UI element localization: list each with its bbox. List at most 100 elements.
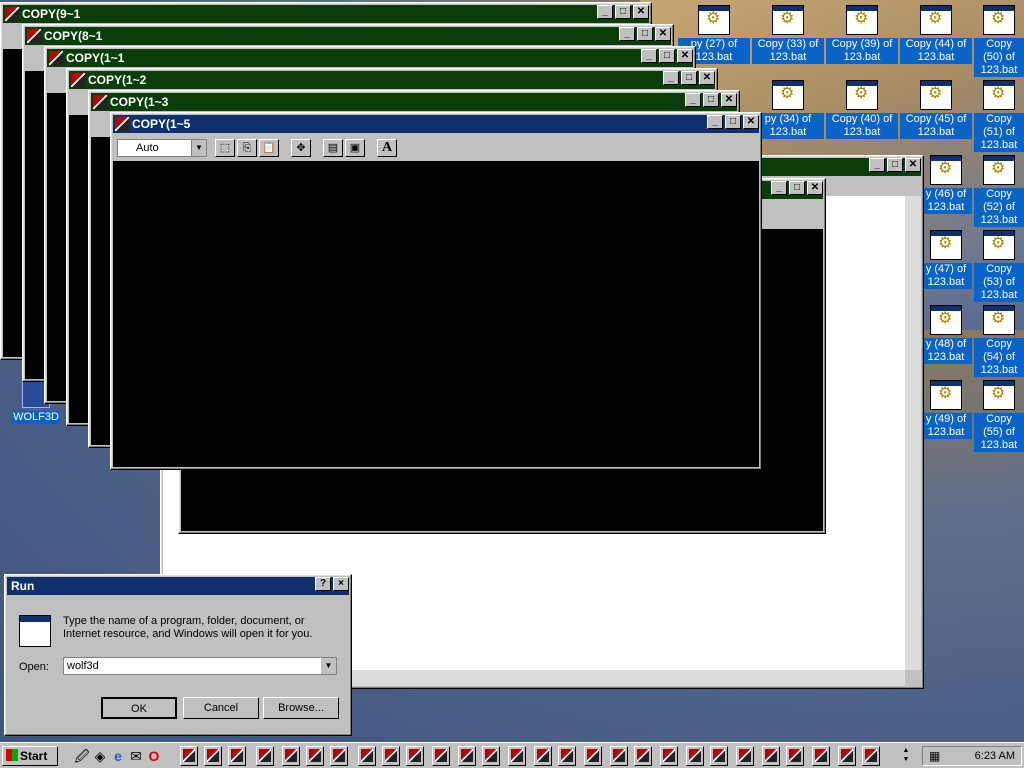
taskbar-item[interactable]	[786, 746, 804, 766]
maximize-button[interactable]: □	[725, 115, 741, 129]
minimize-button[interactable]: _	[869, 158, 885, 172]
taskbar-item[interactable]	[508, 746, 526, 766]
desktop-icon[interactable]: Copy (39) of 123.bat	[826, 5, 898, 64]
taskbar-item[interactable]	[256, 746, 274, 766]
taskbar-scroll-arrows[interactable]: ▲ ▼	[898, 746, 914, 766]
desktop-icon[interactable]: Copy (51) of 123.bat	[974, 80, 1024, 152]
window-titlebar[interactable]: COPY(1~2	[69, 71, 715, 89]
taskbar-item[interactable]	[710, 746, 728, 766]
taskbar-item[interactable]	[330, 746, 348, 766]
maximize-button[interactable]: □	[615, 5, 631, 19]
outlook-express-icon[interactable]: ✉	[128, 748, 144, 764]
font-size-select[interactable]: Auto ▼	[117, 139, 207, 157]
desktop-icon[interactable]: Copy (45) of 123.bat	[900, 80, 972, 139]
opera-icon[interactable]: O	[146, 748, 162, 764]
desktop-icon[interactable]: py (34) of 123.bat	[752, 80, 824, 139]
window-titlebar[interactable]: COPY(1~5	[113, 115, 759, 133]
taskbar-item[interactable]	[610, 746, 628, 766]
taskbar-item[interactable]	[382, 746, 400, 766]
taskbar-item[interactable]	[458, 746, 476, 766]
minimize-button[interactable]: _	[663, 71, 679, 85]
taskbar-item[interactable]	[686, 746, 704, 766]
chevron-down-icon[interactable]: ▼	[321, 658, 336, 674]
window-titlebar[interactable]: COPY(1~1	[47, 49, 693, 67]
window-titlebar[interactable]: COPY(9~1	[3, 5, 649, 23]
taskbar-item[interactable]	[282, 746, 300, 766]
help-button[interactable]: ?	[315, 577, 331, 591]
close-button[interactable]: ✕	[807, 181, 823, 195]
taskbar-item[interactable]	[306, 746, 324, 766]
desktop-icon-quicklaunch[interactable]: 🖉	[74, 748, 90, 764]
desktop-icon[interactable]: Copy (54) of 123.bat	[974, 305, 1024, 377]
close-button[interactable]: ✕	[743, 115, 759, 129]
clock[interactable]: 6:23 AM	[975, 750, 1015, 762]
open-input[interactable]: wolf3d	[67, 660, 99, 672]
ok-button[interactable]: OK	[101, 697, 177, 719]
minimize-button[interactable]: _	[685, 93, 701, 107]
minimize-button[interactable]: _	[771, 181, 787, 195]
mark-button[interactable]: ⬚	[215, 139, 235, 157]
window-titlebar[interactable]: COPY(1~3	[91, 93, 737, 111]
close-button[interactable]: ✕	[677, 49, 693, 63]
maximize-button[interactable]: □	[887, 158, 903, 172]
taskbar-item[interactable]	[482, 746, 500, 766]
scheduler-icon[interactable]: ▦	[929, 749, 940, 763]
dialog-titlebar[interactable]: Run	[7, 577, 349, 595]
run-dialog[interactable]: Run ? × Type the name of a program, fold…	[4, 574, 352, 736]
cancel-button[interactable]: Cancel	[183, 697, 259, 719]
copy-button[interactable]: ⎘	[237, 139, 257, 157]
full-screen-button[interactable]: ✥	[291, 139, 311, 157]
desktop-icon[interactable]: Copy (55) of 123.bat	[974, 380, 1024, 452]
taskbar-item[interactable]	[660, 746, 678, 766]
taskbar-item[interactable]	[736, 746, 754, 766]
background-button[interactable]: ▣	[345, 139, 365, 157]
taskbar-item[interactable]	[406, 746, 424, 766]
browse-button[interactable]: Browse...	[263, 697, 339, 719]
window-titlebar[interactable]: COPY(8~1	[25, 27, 671, 45]
close-button[interactable]: ✕	[721, 93, 737, 107]
taskbar-item[interactable]	[862, 746, 880, 766]
minimize-button[interactable]: _	[619, 27, 635, 41]
taskbar-item[interactable]	[634, 746, 652, 766]
taskbar-item[interactable]	[584, 746, 602, 766]
desktop-icon[interactable]: Copy (50) of 123.bat	[974, 5, 1024, 77]
minimize-button[interactable]: _	[707, 115, 723, 129]
taskbar-item[interactable]	[432, 746, 450, 766]
close-button[interactable]: ×	[333, 577, 349, 591]
desktop-icon[interactable]: y (46) of 123.bat	[920, 155, 972, 214]
taskbar-item[interactable]	[762, 746, 780, 766]
taskbar-item[interactable]	[558, 746, 576, 766]
open-combobox[interactable]: wolf3d ▼	[63, 657, 337, 675]
desktop-icon[interactable]: Copy (40) of 123.bat	[826, 80, 898, 139]
properties-button[interactable]: ▤	[323, 139, 343, 157]
desktop-icon[interactable]: Copy (33) of 123.bat	[752, 5, 824, 64]
maximize-button[interactable]: □	[637, 27, 653, 41]
taskbar-item[interactable]	[534, 746, 552, 766]
vertical-scrollbar[interactable]	[905, 196, 921, 670]
taskbar-item[interactable]	[838, 746, 856, 766]
chevron-down-icon[interactable]: ▼	[191, 140, 206, 156]
taskbar-item[interactable]	[228, 746, 246, 766]
window-copy-1-5[interactable]: COPY(1~5 _ □ ✕ Auto ▼ ⬚ ⎘ 📋 ✥ ▤ ▣ A	[110, 112, 762, 470]
maximize-button[interactable]: □	[789, 181, 805, 195]
desktop-icon[interactable]: Copy (44) of 123.bat	[900, 5, 972, 64]
close-button[interactable]: ✕	[905, 158, 921, 172]
minimize-button[interactable]: _	[641, 49, 657, 63]
close-button[interactable]: ✕	[699, 71, 715, 85]
close-button[interactable]: ✕	[655, 27, 671, 41]
taskbar-item[interactable]	[204, 746, 222, 766]
maximize-button[interactable]: □	[681, 71, 697, 85]
desktop-icon[interactable]: Copy (52) of 123.bat	[974, 155, 1024, 227]
maximize-button[interactable]: □	[659, 49, 675, 63]
desktop-icon[interactable]: y (47) of 123.bat	[920, 230, 972, 289]
internet-explorer-icon[interactable]: e	[110, 748, 126, 764]
desktop-icon[interactable]: y (49) of 123.bat	[920, 380, 972, 439]
font-button[interactable]: A	[377, 139, 397, 157]
desktop-icon[interactable]: Copy (53) of 123.bat	[974, 230, 1024, 302]
taskbar-item[interactable]	[812, 746, 830, 766]
taskbar-item[interactable]	[358, 746, 376, 766]
close-button[interactable]: ✕	[633, 5, 649, 19]
minimize-button[interactable]: _	[597, 5, 613, 19]
paste-button[interactable]: 📋	[259, 139, 279, 157]
start-button[interactable]: Start	[2, 746, 58, 766]
